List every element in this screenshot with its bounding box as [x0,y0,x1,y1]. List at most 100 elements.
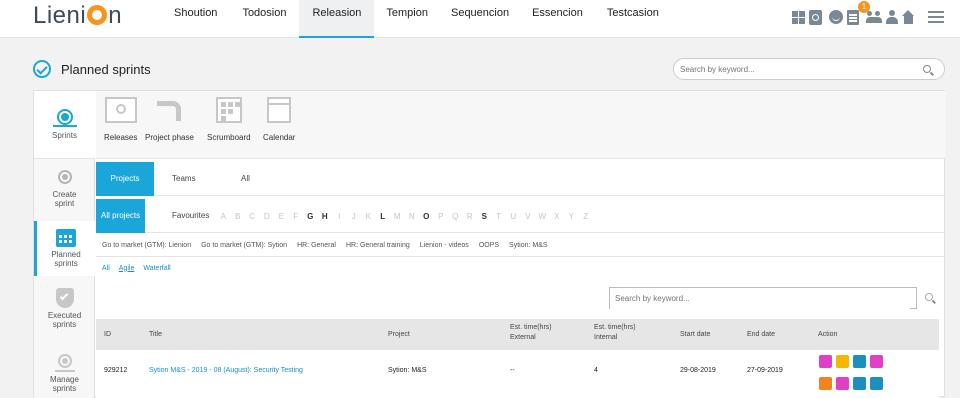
delete-icon[interactable] [819,377,832,390]
column-header-title[interactable]: Title [149,331,162,339]
letter-filter-d[interactable]: D [260,212,275,221]
letter-filter-q[interactable]: Q [448,212,463,221]
letter-filter-e[interactable]: E [274,212,289,221]
letter-filter-y[interactable]: Y [564,212,579,221]
letter-filter-a[interactable]: A [216,212,231,221]
tab-all[interactable]: All [231,162,260,196]
letter-filter-r[interactable]: R [463,212,478,221]
document-icon[interactable] [809,10,822,25]
project-phase-icon [153,97,185,123]
nav-releasion[interactable]: Releasion [299,0,375,38]
letter-filter-x[interactable]: X [550,212,565,221]
copy-icon[interactable] [836,355,849,368]
letter-filter-k[interactable]: K [361,212,376,221]
letter-filter-o[interactable]: O [419,212,434,221]
nav-sequencion[interactable]: Sequencion [440,0,520,38]
tab-projects[interactable]: Projects [96,162,154,196]
nav-testcasion[interactable]: Testcasion [595,0,671,38]
column-header-end-date[interactable]: End date [747,331,775,339]
sidebar-item-create-sprint[interactable]: Create sprint [34,167,95,217]
nav-essencion[interactable]: Essencion [520,0,595,38]
module-scrumboard[interactable]: Scrumboard [207,97,251,142]
letter-filter-g[interactable]: G [303,212,318,221]
letter-filter-j[interactable]: J [347,212,362,221]
report-icon[interactable] [836,377,849,390]
letter-filter-v[interactable]: V [521,212,536,221]
methodology-waterfall[interactable]: Waterfall [143,265,170,272]
assign-users-icon[interactable] [853,355,866,368]
cell-title-link[interactable]: Sytion M&S - 2019 - 08 (August): Securit… [149,367,303,374]
search-icon[interactable] [923,65,931,73]
letter-filter-b[interactable]: B [231,212,246,221]
letter-filter-f[interactable]: F [289,212,304,221]
module-releases[interactable]: Releases [104,97,137,142]
module-calendar[interactable]: Calendar [263,97,295,142]
logo[interactable]: Lieni n [33,2,122,30]
methodology-all[interactable]: All [102,265,110,272]
column-header-line: Internal [594,334,618,341]
project-filter-item[interactable]: HR: General [297,242,336,249]
module-project-phase[interactable]: Project phase [145,97,194,142]
page-search-input[interactable] [674,59,904,80]
letter-filter-p[interactable]: P [434,212,449,221]
table-header: ID Title Project Est. time(hrs) External… [96,319,939,350]
project-filter-item[interactable]: HR: General training [346,242,410,249]
apps-grid-icon[interactable] [792,11,805,24]
pencil-icon[interactable] [853,377,866,390]
check-circle-icon [33,60,51,78]
top-bar: Lieni n Shoution Todosion Releasion Tempi… [0,0,960,38]
column-header-est-external[interactable]: Est. time(hrs) External [510,324,552,342]
letter-filter-z[interactable]: Z [579,212,594,221]
letter-filter-c[interactable]: C [245,212,260,221]
letter-filter-n[interactable]: N [405,212,420,221]
sidebar-item-label: Sprints [52,131,77,140]
cell-est-external: -- [510,367,515,374]
search-icon[interactable] [925,293,933,301]
letter-filter-m[interactable]: M [390,212,405,221]
column-header-project[interactable]: Project [388,331,410,339]
letter-filter-h[interactable]: H [318,212,333,221]
column-header-est-internal[interactable]: Est. time(hrs) Internal [594,324,636,342]
search-detail-icon[interactable] [870,355,883,368]
letter-filter-l[interactable]: L [376,212,391,221]
tab-bar: Projects Teams All [96,162,946,196]
letter-filter-i[interactable]: I [332,212,347,221]
table-search-input[interactable] [610,288,910,309]
edit-icon[interactable] [819,355,832,368]
home-icon[interactable] [902,10,915,24]
project-filter-item[interactable]: Lienion - videos [420,242,469,249]
column-header-start-date[interactable]: Start date [680,331,710,339]
sidebar-item-sprints[interactable]: Sprints [34,91,95,159]
board-icon[interactable] [870,377,883,390]
letter-filter-s[interactable]: S [477,212,492,221]
column-header-id[interactable]: ID [104,331,111,339]
user-icon[interactable] [886,10,898,24]
tab-teams[interactable]: Teams [162,162,206,196]
sidebar-item-label: Manage sprints [50,375,79,393]
sidebar-item-planned-sprints[interactable]: Planned sprints [34,221,95,276]
project-filter-item[interactable]: Sytion: M&S [509,242,548,249]
subtab-all-projects[interactable]: All projects [96,199,146,233]
table-search [609,287,917,309]
main-nav: Shoution Todosion Releasion Tempion Sequ… [162,0,671,38]
notes-icon[interactable] [847,10,859,25]
calendar-icon [56,227,76,247]
smiley-icon[interactable] [829,10,843,24]
letter-filter-t[interactable]: T [492,212,507,221]
nav-shoution[interactable]: Shoution [162,0,229,38]
team-icon[interactable] [866,10,882,24]
left-sidebar: Sprints Create sprint Planned sprints Ex… [34,91,95,398]
project-filter-item[interactable]: Go to market (GTM): Lienion [102,242,191,249]
methodology-filter-row: All Agile Waterfall [96,258,946,278]
letter-filter-u[interactable]: U [506,212,521,221]
project-filter-item[interactable]: OOPS [479,242,499,249]
nav-todosion[interactable]: Todosion [229,0,299,38]
nav-tempion[interactable]: Tempion [374,0,440,38]
menu-icon[interactable] [928,11,944,23]
sidebar-item-manage-sprints[interactable]: Manage sprints [34,352,95,398]
letter-filter-w[interactable]: W [535,212,550,221]
subtab-favourites[interactable]: Favourites [162,199,219,233]
project-filter-item[interactable]: Go to market (GTM): Sytion [201,242,287,249]
sidebar-item-executed-sprints[interactable]: Executed sprints [34,288,95,343]
methodology-agile[interactable]: Agile [119,265,135,272]
